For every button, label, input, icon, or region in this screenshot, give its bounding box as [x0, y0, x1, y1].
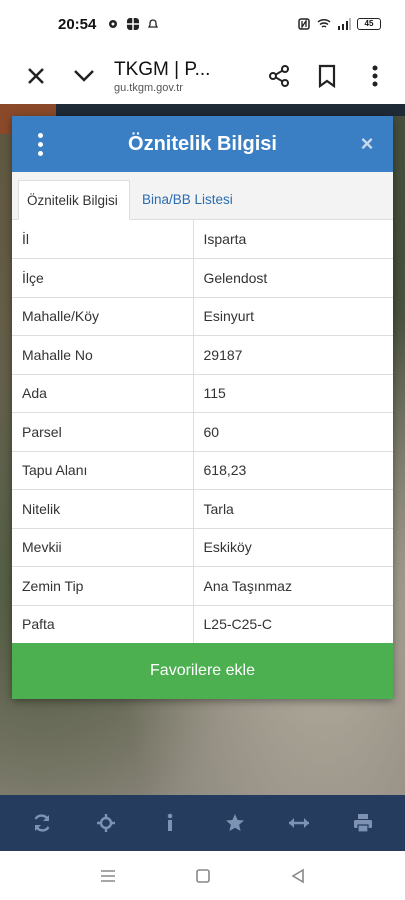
refresh-icon [34, 814, 50, 832]
status-bar: 20:54 45 [0, 0, 405, 48]
print-icon [353, 814, 372, 833]
locate-button[interactable] [86, 803, 126, 843]
attribute-value: Eskiköy [193, 528, 393, 567]
attribute-value: Isparta [193, 220, 393, 259]
close-icon [28, 68, 44, 84]
attribute-value: Ana Taşınmaz [193, 566, 393, 606]
tab-attributes[interactable]: Öznitelik Bilgisi [18, 180, 130, 220]
add-favorite-button[interactable]: Favorilere ekle [12, 643, 393, 699]
map-toolbar [0, 795, 405, 851]
info-icon [168, 813, 173, 831]
bookmark-icon [318, 64, 336, 88]
attribute-value: 618,23 [193, 451, 393, 490]
attribute-key: Tapu Alanı [12, 451, 194, 490]
table-row: Tapu Alanı 618,23 [12, 451, 393, 490]
attribute-value: Tarla [193, 489, 393, 529]
tab-building-list[interactable]: Bina/BB Listesi [134, 180, 241, 220]
more-options-button[interactable] [351, 52, 399, 100]
back-button[interactable] [278, 856, 318, 896]
table-row: Parsel 60 [12, 412, 393, 452]
measure-button[interactable] [279, 803, 319, 843]
home-square-icon [195, 868, 210, 883]
menu-icon [100, 869, 115, 882]
attribute-key: Parsel [12, 412, 194, 452]
table-row: İl Isparta [12, 220, 393, 259]
table-row: Pafta L25-C25-C [12, 605, 393, 644]
attribute-key: Pafta [12, 605, 194, 644]
attribute-value: Esinyurt [193, 297, 393, 336]
attribute-key: İl [12, 220, 194, 259]
notification-icon [148, 19, 159, 28]
dialog-menu-button[interactable] [12, 116, 68, 172]
table-row: Zemin Tip Ana Taşınmaz [12, 566, 393, 606]
attribute-value: 115 [193, 374, 393, 413]
page-title-area[interactable]: TKGM | P... gu.tkgm.gov.tr [108, 59, 255, 94]
wifi-icon [317, 18, 331, 28]
battery-indicator: 45 [357, 18, 381, 30]
attribute-key: İlçe [12, 258, 194, 298]
bookmark-button[interactable] [303, 52, 351, 100]
more-vert-icon [372, 65, 378, 87]
map-header-edge [56, 104, 405, 116]
attribute-key: Mahalle No [12, 335, 194, 375]
minimize-button[interactable] [60, 52, 108, 100]
attribute-key: Mevkii [12, 528, 194, 567]
table-row: Mevkii Eskiköy [12, 528, 393, 567]
print-button[interactable] [343, 803, 383, 843]
refresh-button[interactable] [22, 803, 62, 843]
nfc-icon [298, 18, 310, 30]
back-triangle-icon [290, 868, 304, 883]
page-url: gu.tkgm.gov.tr [114, 81, 183, 94]
page-title: TKGM | P... [114, 58, 211, 80]
locate-icon [97, 814, 116, 832]
table-row: Ada 115 [12, 374, 393, 413]
star-icon [225, 814, 244, 831]
home-button[interactable] [183, 856, 223, 896]
table-row: Mahalle No 29187 [12, 335, 393, 375]
info-button[interactable] [150, 803, 190, 843]
attribute-value: 60 [193, 412, 393, 452]
signal-icon [338, 18, 351, 30]
table-row: Nitelik Tarla [12, 489, 393, 529]
measure-icon [288, 818, 309, 828]
favorites-button[interactable] [215, 803, 255, 843]
attribute-value: 29187 [193, 335, 393, 375]
settings-icon [109, 20, 118, 28]
table-row: İlçe Gelendost [12, 258, 393, 298]
status-time: 20:54 [58, 15, 97, 33]
share-icon [269, 65, 289, 87]
attribute-dialog: Öznitelik Bilgisi × Öznitelik Bilgisi Bi… [12, 116, 393, 699]
attribute-key: Mahalle/Köy [12, 297, 194, 336]
app-grid-icon [127, 18, 140, 30]
recents-button[interactable] [88, 856, 128, 896]
attribute-key: Nitelik [12, 489, 194, 529]
chevron-down-icon [74, 70, 94, 82]
dialog-header: Öznitelik Bilgisi × [12, 116, 393, 172]
attribute-key: Zemin Tip [12, 566, 194, 606]
table-row: Mahalle/Köy Esinyurt [12, 297, 393, 336]
browser-toolbar: TKGM | P... gu.tkgm.gov.tr [0, 48, 405, 104]
dialog-close-button[interactable]: × [355, 132, 379, 156]
attribute-value: L25-C25-C [193, 605, 393, 644]
share-button[interactable] [255, 52, 303, 100]
attribute-value: Gelendost [193, 258, 393, 298]
attribute-table: İl Isparta İlçe Gelendost Mahalle/Köy Esinyur… [12, 220, 393, 644]
dialog-title: Öznitelik Bilgisi [128, 132, 277, 155]
dialog-tabs: Öznitelik Bilgisi Bina/BB Listesi [12, 172, 393, 220]
system-nav-bar [0, 851, 405, 900]
attribute-key: Ada [12, 374, 194, 413]
close-tab-button[interactable] [12, 52, 60, 100]
